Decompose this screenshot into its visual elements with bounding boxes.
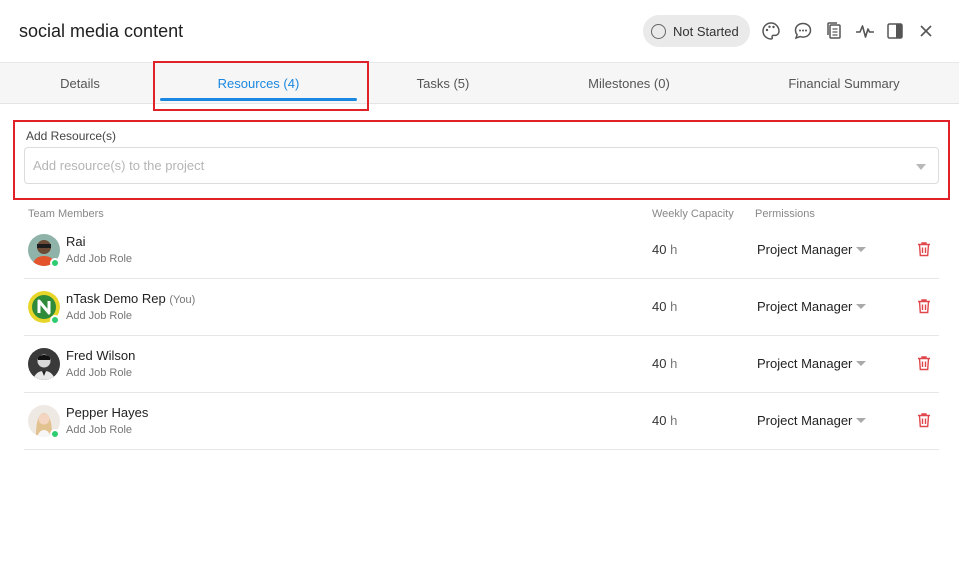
chevron-down-icon [856,304,867,309]
activity-icon[interactable] [854,20,876,42]
member-name: Rai [66,234,86,249]
copy-icon[interactable] [823,20,845,42]
status-button[interactable]: Not Started [643,15,750,47]
column-header-permissions: Permissions [755,208,815,220]
active-tab-indicator [160,98,357,101]
table-row: nTask Demo Rep (You) Add Job Role 40 h P… [24,279,939,336]
comment-icon[interactable] [792,20,814,42]
table-row: Pepper Hayes Add Job Role 40 h Project M… [24,393,939,450]
online-status-dot [50,258,60,268]
panel-icon[interactable] [884,20,906,42]
permission-dropdown[interactable]: Project Manager [757,413,867,428]
weekly-capacity-value[interactable]: 40 h [652,413,677,428]
chevron-down-icon [856,418,867,423]
weekly-capacity-value[interactable]: 40 h [652,356,677,371]
weekly-capacity-value[interactable]: 40 h [652,242,677,257]
permission-dropdown[interactable]: Project Manager [757,299,867,314]
weekly-capacity-value[interactable]: 40 h [652,299,677,314]
tab-milestones[interactable]: Milestones (0) [529,63,729,104]
add-job-role-link[interactable]: Add Job Role [66,253,132,265]
add-resource-select[interactable]: Add resource(s) to the project [24,147,939,184]
delete-icon[interactable] [915,354,933,372]
table-row: Rai Add Job Role 40 h Project Manager [24,222,939,279]
table-row: Fred Wilson Add Job Role 40 h Project Ma… [24,336,939,393]
delete-icon[interactable] [915,240,933,258]
member-name: Fred Wilson [66,348,136,363]
chevron-down-icon [856,361,867,366]
tab-tasks[interactable]: Tasks (5) [357,63,529,104]
tab-details[interactable]: Details [0,63,160,104]
header: social media content Not Started [0,0,959,62]
add-job-role-link[interactable]: Add Job Role [66,367,132,379]
status-circle-icon [651,23,666,39]
status-label: Not Started [673,23,739,39]
member-name: Pepper Hayes [66,405,149,420]
add-resource-placeholder: Add resource(s) to the project [33,158,205,173]
delete-icon[interactable] [915,297,933,315]
online-status-dot [50,315,60,325]
column-header-team-members: Team Members [28,208,104,220]
tab-bar: Details Resources (4) Tasks (5) Mileston… [0,62,959,104]
permission-dropdown[interactable]: Project Manager [757,242,867,257]
palette-icon[interactable] [760,20,782,42]
online-status-dot [50,429,60,439]
add-job-role-link[interactable]: Add Job Role [66,424,132,436]
permission-dropdown[interactable]: Project Manager [757,356,867,371]
delete-icon[interactable] [915,411,933,429]
page-title: social media content [19,21,184,41]
close-icon[interactable] [915,20,937,42]
chevron-down-icon [856,247,867,252]
avatar[interactable] [28,348,60,380]
tab-financial-summary[interactable]: Financial Summary [729,63,959,104]
member-name: nTask Demo Rep (You) [66,291,196,306]
column-header-weekly-capacity: Weekly Capacity [652,208,734,220]
add-resource-label: Add Resource(s) [26,129,117,143]
add-job-role-link[interactable]: Add Job Role [66,310,132,322]
chevron-down-icon [916,164,926,170]
